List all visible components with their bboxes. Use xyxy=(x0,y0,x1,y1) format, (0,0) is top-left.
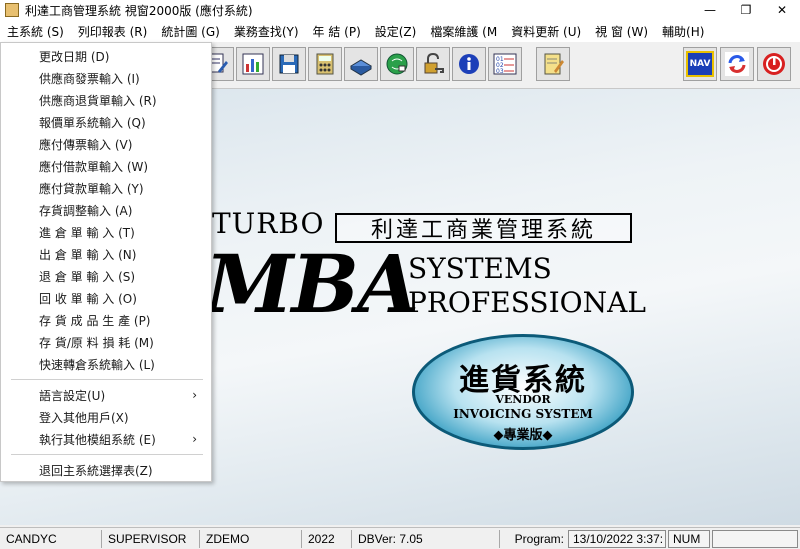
menu-item-stock-out[interactable]: 出 倉 單 輸 入 (N) xyxy=(1,243,211,265)
menu-item-quotation[interactable]: 報價單系統輸入 (Q) xyxy=(1,111,211,133)
refresh-icon[interactable] xyxy=(720,47,754,81)
menu-item-stock-adjust[interactable]: 存貨調整輸入 (A) xyxy=(1,199,211,221)
window-controls: — ❐ ✕ xyxy=(692,0,800,20)
menu-item-payable-voucher[interactable]: 應付傳票輸入 (V) xyxy=(1,133,211,155)
chevron-right-icon: › xyxy=(192,432,197,446)
logo-mba: MBA xyxy=(205,237,419,331)
status-dbver: DBVer: 7.05 xyxy=(354,530,500,548)
module-title-en2: INVOICING SYSTEM xyxy=(453,407,593,421)
menu-item-quick-transfer[interactable]: 快速轉倉系統輸入 (L) xyxy=(1,353,211,375)
status-datetime: 13/10/2022 3:37: xyxy=(568,530,666,548)
notepad-icon[interactable] xyxy=(536,47,570,81)
list-icon[interactable]: 01 02 03 xyxy=(488,47,522,81)
status-program-label: Program: xyxy=(514,532,564,546)
status-user: CANDYC xyxy=(2,530,102,548)
menu-separator xyxy=(11,379,203,380)
menu-help[interactable]: 輔助(H) xyxy=(655,23,711,40)
maximize-button[interactable]: ❐ xyxy=(728,0,764,20)
menu-settings[interactable]: 設定(Z) xyxy=(368,23,424,40)
menu-item-vendor-return[interactable]: 供應商退貨單輸入 (R) xyxy=(1,89,211,111)
menu-statistics-chart[interactable]: 統計圖 (G) xyxy=(154,23,226,40)
menu-business-lookup[interactable]: 業務查找(Y) xyxy=(227,23,306,40)
menu-item-material-loss[interactable]: 存 貨/原 料 損 耗 (M) xyxy=(1,331,211,353)
close-button[interactable]: ✕ xyxy=(764,0,800,20)
module-edition: ◆專業版◆ xyxy=(493,428,553,443)
printer-icon[interactable] xyxy=(344,47,378,81)
chart-icon[interactable] xyxy=(236,47,270,81)
menu-data-update[interactable]: 資料更新 (U) xyxy=(504,23,588,40)
menu-item-stock-return[interactable]: 退 倉 單 輸 入 (S) xyxy=(1,265,211,287)
menu-item-language[interactable]: 語言設定(U) › xyxy=(1,384,211,406)
module-title-en1: VENDOR xyxy=(495,393,551,406)
status-bar: CANDYC SUPERVISOR ZDEMO 2022 DBVer: 7.05… xyxy=(0,527,800,549)
logo-systems: SYSTEMS xyxy=(408,252,552,285)
menu-file-maintenance[interactable]: 檔案維護 (M xyxy=(423,23,504,40)
status-year: 2022 xyxy=(304,530,352,548)
menu-year-end[interactable]: 年 結 (P) xyxy=(306,23,368,40)
menu-item-vendor-invoice[interactable]: 供應商發票輸入 (I) xyxy=(1,67,211,89)
menu-item-recovery[interactable]: 回 收 單 輸 入 (O) xyxy=(1,287,211,309)
menu-print-reports[interactable]: 列印報表 (R) xyxy=(71,23,155,40)
menu-main-system[interactable]: 主系統 (S) xyxy=(0,23,71,40)
status-num: NUM xyxy=(668,530,710,548)
logo-professional: PROFESSIONAL xyxy=(408,286,646,319)
menu-separator xyxy=(11,454,203,455)
nav-icon[interactable]: NAV xyxy=(683,47,717,81)
nav-label: NAV xyxy=(686,51,714,77)
main-system-dropdown: 更改日期 (D) 供應商發票輸入 (I) 供應商退貨單輸入 (R) 報價單系統輸… xyxy=(0,42,212,482)
status-company: ZDEMO xyxy=(202,530,302,548)
title-bar: 利達工商管理系統 視窗2000版 (應付系統) — ❐ ✕ xyxy=(0,0,800,20)
window-title: 利達工商管理系統 視窗2000版 (應付系統) xyxy=(25,3,253,18)
svg-text:03: 03 xyxy=(496,68,504,75)
menu-item-payable-debit[interactable]: 應付借款單輸入 (W) xyxy=(1,155,211,177)
menu-item-payable-credit[interactable]: 應付貸款單輸入 (Y) xyxy=(1,177,211,199)
minimize-button[interactable]: — xyxy=(692,0,728,20)
lock-icon[interactable] xyxy=(416,47,450,81)
menu-item-change-date[interactable]: 更改日期 (D) xyxy=(1,45,211,67)
calculator-icon[interactable] xyxy=(308,47,342,81)
menu-item-run-other-module[interactable]: 執行其他模組系統 (E) › xyxy=(1,428,211,450)
menu-item-production[interactable]: 存 貨 成 品 生 產 (P) xyxy=(1,309,211,331)
status-empty xyxy=(712,530,798,548)
menu-item-return-main[interactable]: 退回主系統選擇表(Z) xyxy=(1,459,211,481)
info-icon[interactable] xyxy=(452,47,486,81)
status-role: SUPERVISOR xyxy=(104,530,200,548)
logo-turbo: TURBO xyxy=(212,207,325,240)
menu-window[interactable]: 視 窗 (W) xyxy=(588,23,655,40)
globe-icon[interactable] xyxy=(380,47,414,81)
diskette-icon[interactable] xyxy=(272,47,306,81)
module-badge: 進貨系統 VENDOR INVOICING SYSTEM ◆專業版◆ xyxy=(412,334,634,450)
menu-bar: 主系統 (S) 列印報表 (R) 統計圖 (G) 業務查找(Y) 年 結 (P)… xyxy=(0,20,800,42)
chevron-right-icon: › xyxy=(192,388,197,402)
menu-item-login-other-user[interactable]: 登入其他用戶(X) xyxy=(1,406,211,428)
exit-icon[interactable] xyxy=(757,47,791,81)
menu-item-stock-in[interactable]: 進 倉 單 輸 入 (T) xyxy=(1,221,211,243)
app-icon xyxy=(5,3,19,17)
